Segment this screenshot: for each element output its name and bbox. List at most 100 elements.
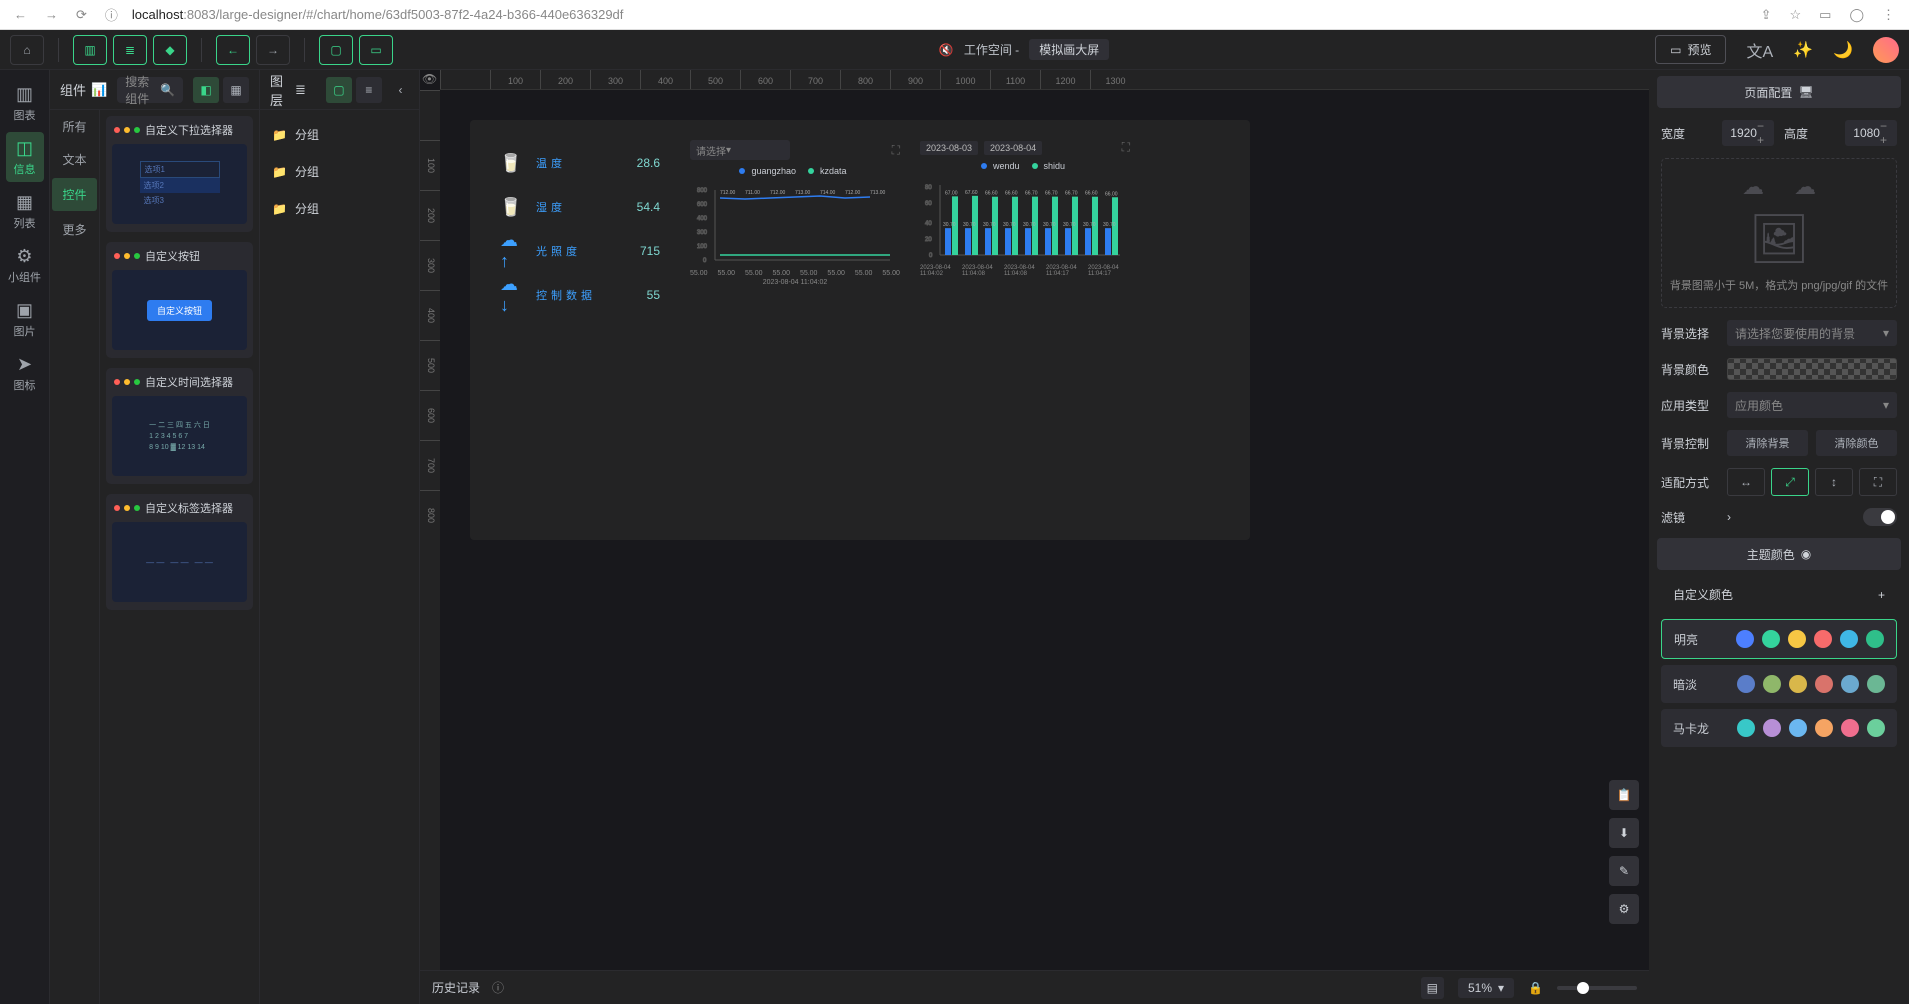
help-icon[interactable]: ⓘ xyxy=(492,979,504,996)
custom-color-row[interactable]: 自定义颜色+ xyxy=(1661,576,1897,613)
browser-forward-icon[interactable]: → xyxy=(41,3,62,26)
magic-icon[interactable]: ✨ xyxy=(1793,40,1813,60)
subcat-text[interactable]: 文本 xyxy=(50,143,99,176)
svg-text:300: 300 xyxy=(697,230,708,236)
browser-url[interactable]: localhost:8083/large-designer/#/chart/ho… xyxy=(132,7,1747,22)
zoom-select[interactable]: 51%▾ xyxy=(1458,978,1514,998)
browser-back-icon[interactable]: ← xyxy=(10,3,31,26)
svg-text:100: 100 xyxy=(697,244,708,250)
plus-icon[interactable]: + xyxy=(1878,588,1885,602)
layer-group-item[interactable]: 📁分组 xyxy=(264,153,415,190)
url-host: localhost xyxy=(132,7,183,22)
home-icon[interactable]: ⌂ xyxy=(10,35,44,65)
bg-select-label: 背景选择 xyxy=(1661,325,1717,342)
share-icon[interactable]: ⇪ xyxy=(1757,3,1776,27)
canvas-viewport[interactable]: 🥛温度28.6 🥛湿度54.4 ☁↑光照度715 ☁↓控制数据55 请选择 ▾⛶… xyxy=(440,90,1649,970)
filter-toggle[interactable] xyxy=(1863,508,1897,526)
avatar[interactable] xyxy=(1873,37,1899,63)
lock-icon[interactable]: 🔒 xyxy=(1528,981,1543,995)
expand-icon[interactable]: ⛶ xyxy=(1122,140,1130,155)
svg-text:66.00: 66.00 xyxy=(1105,191,1118,197)
droplet-icon[interactable]: ◆ xyxy=(153,35,187,65)
date-chip[interactable]: 2023-08-04 xyxy=(984,141,1042,155)
zoom-slider[interactable] xyxy=(1557,986,1637,990)
fit-full-icon[interactable]: ⛶ xyxy=(1859,468,1897,496)
history-label[interactable]: 历史记录 xyxy=(432,979,480,996)
chart-type-icon[interactable]: ▥ xyxy=(73,35,107,65)
svg-text:80: 80 xyxy=(925,185,932,191)
date-chip[interactable]: 2023-08-03 xyxy=(920,141,978,155)
width-input[interactable]: 1920− + xyxy=(1722,120,1774,146)
code-icon[interactable]: ▤ xyxy=(1421,977,1444,999)
cloud-icon: ☁ xyxy=(1794,174,1816,200)
ruler-horizontal: 1002003004005006007008009001000110012001… xyxy=(440,70,1649,90)
bg-upload[interactable]: ☁☁ 🖼 背景图需小于 5M，格式为 png/jpg/gif 的文件 xyxy=(1661,158,1897,308)
panel-title-components: 组件 📊 xyxy=(60,80,107,99)
clear-color-button[interactable]: 清除颜色 xyxy=(1816,430,1897,456)
stepper-icon[interactable]: − + xyxy=(1880,119,1889,147)
layer-view-box-icon[interactable]: ▢ xyxy=(326,77,352,103)
download-icon[interactable]: ⬇ xyxy=(1609,818,1639,848)
eye-icon[interactable]: 👁 xyxy=(422,72,437,86)
cat-icon[interactable]: ➤图标 xyxy=(6,348,44,398)
cat-info[interactable]: ◫信息 xyxy=(6,132,44,182)
monitor-icon: 🖥 xyxy=(1798,85,1813,99)
layer-group-item[interactable]: 📁分组 xyxy=(264,190,415,227)
edit-icon[interactable]: ✎ xyxy=(1609,856,1639,886)
device-icon[interactable]: ▭ xyxy=(359,35,393,65)
profile-icon[interactable]: ◯ xyxy=(1845,3,1868,27)
comp-dropdown-selector[interactable]: 自定义下拉选择器 选项1选项2选项3 xyxy=(106,116,253,232)
browser-reload-icon[interactable]: ⟳ xyxy=(72,3,91,27)
redo-icon[interactable]: → xyxy=(256,35,290,65)
cat-image[interactable]: ▣图片 xyxy=(6,294,44,344)
comp-custom-button[interactable]: 自定义按钮 自定义按钮 xyxy=(106,242,253,358)
clipboard-icon[interactable]: 📋 xyxy=(1609,780,1639,810)
comp-time-selector[interactable]: 自定义时间选择器 一 二 三 四 五 六 日1 2 3 4 5 6 78 9 1… xyxy=(106,368,253,484)
layer-icon[interactable]: ≣ xyxy=(113,35,147,65)
view-grid-icon[interactable]: ▦ xyxy=(223,77,249,103)
menu-icon[interactable]: ⋮ xyxy=(1878,3,1899,27)
svg-text:711.00: 711.00 xyxy=(745,190,760,196)
view-card-icon[interactable]: ◧ xyxy=(193,77,219,103)
chart-select-1[interactable]: 请选择 ▾ xyxy=(690,140,790,160)
theme-row[interactable]: 暗淡 xyxy=(1661,665,1897,703)
collapse-layer-icon[interactable]: ‹ xyxy=(392,83,409,97)
fit-width-icon[interactable]: ↔ xyxy=(1727,468,1765,496)
cat-list[interactable]: ▦列表 xyxy=(6,186,44,236)
layer-group-item[interactable]: 📁分组 xyxy=(264,116,415,153)
bg-color-picker[interactable] xyxy=(1727,358,1897,380)
gear-icon[interactable]: ⚙ xyxy=(1609,894,1639,924)
theme-row[interactable]: 马卡龙 xyxy=(1661,709,1897,747)
save-icon[interactable]: ▢ xyxy=(319,35,353,65)
project-name[interactable]: 模拟画大屏 xyxy=(1029,39,1109,60)
sound-off-icon[interactable]: 🔇 xyxy=(939,43,954,57)
cat-chart[interactable]: ▥图表 xyxy=(6,78,44,128)
moon-icon[interactable]: 🌙 xyxy=(1833,40,1853,60)
browser-info-icon: ⓘ xyxy=(101,1,122,28)
filter-label[interactable]: 滤镜 xyxy=(1661,509,1717,526)
preview-button[interactable]: ▭ 预览 xyxy=(1655,35,1726,64)
star-icon[interactable]: ☆ xyxy=(1785,3,1805,27)
app-type-select[interactable]: 应用颜色▾ xyxy=(1727,392,1897,418)
stepper-icon[interactable]: − + xyxy=(1757,119,1766,147)
sidepanel-icon[interactable]: ▭ xyxy=(1815,3,1835,27)
swatch xyxy=(1867,719,1885,737)
cat-widget[interactable]: ⚙小组件 xyxy=(6,240,44,290)
layer-view-list-icon[interactable]: ≡ xyxy=(356,77,382,103)
comp-tag-selector[interactable]: 自定义标签选择器 — —— —— — xyxy=(106,494,253,610)
bg-select[interactable]: 请选择您要使用的背景▾ xyxy=(1727,320,1897,346)
subcat-more[interactable]: 更多 xyxy=(50,213,99,246)
theme-row[interactable]: 明亮 xyxy=(1661,619,1897,659)
translate-icon[interactable]: 文A xyxy=(1746,38,1773,62)
height-input[interactable]: 1080− + xyxy=(1845,120,1897,146)
undo-icon[interactable]: ← xyxy=(216,35,250,65)
subcat-all[interactable]: 所有 xyxy=(50,110,99,143)
canvas-page[interactable]: 🥛温度28.6 🥛湿度54.4 ☁↑光照度715 ☁↓控制数据55 请选择 ▾⛶… xyxy=(470,120,1250,540)
subcat-control[interactable]: 控件 xyxy=(52,178,97,211)
fit-auto-icon[interactable]: ⤢ xyxy=(1771,468,1809,496)
search-input[interactable]: 搜索组件🔍 xyxy=(117,77,183,103)
fit-height-icon[interactable]: ↕ xyxy=(1815,468,1853,496)
svg-text:66.70: 66.70 xyxy=(1025,191,1038,197)
clear-bg-button[interactable]: 清除背景 xyxy=(1727,430,1808,456)
expand-icon[interactable]: ⛶ xyxy=(892,143,900,158)
